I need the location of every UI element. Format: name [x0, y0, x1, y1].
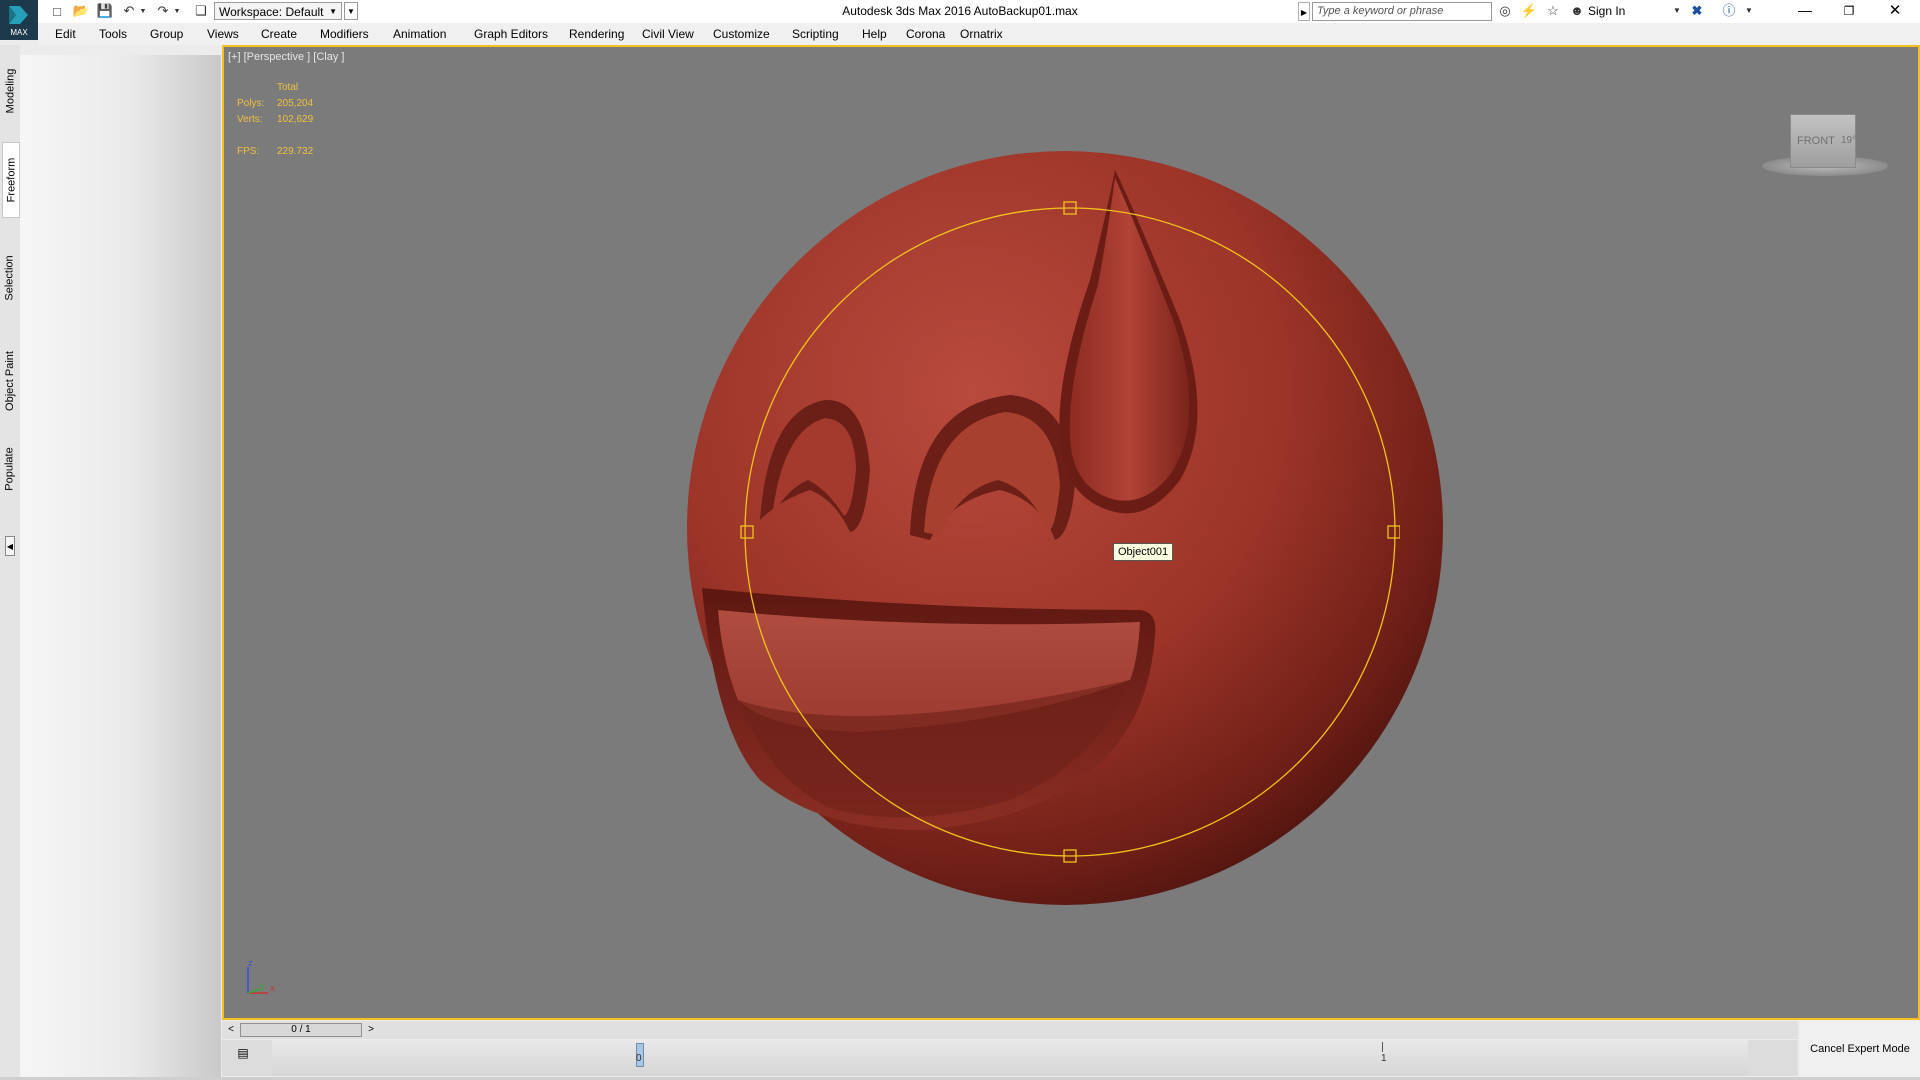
curve-editor-icon[interactable]: ▤ [234, 1046, 252, 1064]
next-frame-button[interactable]: > [364, 1023, 378, 1037]
fps-value: 229.732 [277, 146, 314, 157]
chevron-down-icon: ▼ [329, 7, 337, 16]
redo-icon[interactable]: ↷ [154, 3, 172, 19]
tab-modeling-label: Modeling [4, 68, 17, 114]
ribbon-expand-icon[interactable]: ◀ [5, 536, 15, 556]
viewcube-side-label[interactable]: 19° [1841, 135, 1856, 146]
close-icon[interactable]: ✕ [1880, 0, 1910, 23]
polys-value: 205,204 [277, 98, 314, 109]
viewport-label-menu[interactable]: [+] [Perspective ] [Clay ] [228, 51, 344, 63]
track-end-frame: 1 [1381, 1053, 1387, 1064]
minimize-icon[interactable]: — [1790, 0, 1820, 23]
restore-icon[interactable]: ❐ [1834, 0, 1864, 23]
menu-rendering[interactable]: Rendering [569, 27, 624, 41]
time-slider[interactable]: 0 / 1 [240, 1023, 362, 1037]
axis-z-label: z [248, 958, 253, 968]
help-dropdown-icon[interactable]: ▼ [1740, 3, 1758, 19]
menu-help[interactable]: Help [862, 27, 887, 41]
workspace-label: Workspace: Default [219, 5, 324, 19]
application-menu-button[interactable]: MAX [0, 0, 38, 40]
logo-label: MAX [10, 28, 28, 37]
gizmo-handle-left[interactable] [740, 525, 754, 539]
menu-graph-editors[interactable]: Graph Editors [474, 27, 548, 41]
favorites-star-icon[interactable]: ☆ [1544, 3, 1562, 19]
workspace-dropdown[interactable]: Workspace: Default ▼ [214, 2, 342, 20]
previous-frame-button[interactable]: < [224, 1023, 238, 1037]
verts-label: Verts: [237, 114, 263, 125]
binoculars-icon[interactable]: ◎ [1496, 3, 1514, 19]
undo-icon[interactable]: ↶ [120, 3, 138, 19]
menu-edit[interactable]: Edit [55, 27, 76, 41]
track-end-tick [1382, 1042, 1383, 1052]
menu-group[interactable]: Group [150, 27, 183, 41]
menu-customize[interactable]: Customize [713, 27, 770, 41]
window-title: Autodesk 3ds Max 2016 AutoBackup01.max [842, 4, 1078, 18]
gizmo-circle [744, 207, 1396, 857]
tab-populate-label: Populate [4, 447, 16, 491]
fps-label: FPS: [237, 146, 260, 157]
axis-y-label: y [260, 981, 265, 991]
save-file-icon[interactable]: 💾 [96, 3, 114, 19]
customize-quick-access-icon[interactable]: ▼ [344, 2, 358, 20]
viewcube-face-label[interactable]: FRONT [1797, 135, 1835, 147]
menu-ornatrix[interactable]: Ornatrix [960, 27, 1003, 41]
verts-value: 102,629 [277, 114, 314, 125]
communication-center-icon[interactable]: ⚡ [1520, 3, 1538, 19]
stats-header: Total [277, 82, 299, 93]
selection-bounds-gizmo[interactable] [720, 190, 1400, 870]
cancel-expert-mode-button[interactable]: Cancel Expert Mode [1800, 1021, 1920, 1077]
menu-tools[interactable]: Tools [99, 27, 127, 41]
menu-animation[interactable]: Animation [393, 27, 446, 41]
viewcube[interactable]: FRONT 19° [1790, 114, 1856, 168]
track-bar[interactable] [272, 1040, 1748, 1076]
tab-modeling[interactable]: Modeling [2, 58, 18, 124]
max-logo-icon [9, 6, 28, 24]
tab-populate[interactable]: Populate [2, 436, 18, 502]
tab-object-paint[interactable]: Object Paint [2, 338, 18, 424]
open-file-icon[interactable]: 📂 [72, 3, 90, 19]
tab-freeform-label: Freeform [5, 157, 17, 203]
gizmo-handle-right[interactable] [1387, 525, 1400, 539]
search-input[interactable]: Type a keyword or phrase [1312, 2, 1492, 21]
undo-dropdown-icon[interactable]: ▼ [138, 3, 148, 19]
ribbon-panel [20, 55, 221, 1077]
sign-in-dropdown-icon[interactable]: ▼ [1668, 3, 1686, 19]
tab-selection[interactable]: Selection [2, 244, 18, 312]
menu-civil-view[interactable]: Civil View [642, 27, 694, 41]
user-icon[interactable]: ☻ [1568, 3, 1586, 19]
menu-views[interactable]: Views [207, 27, 239, 41]
project-folder-icon[interactable]: ❏ [192, 3, 210, 19]
sign-in-button[interactable]: Sign In [1588, 3, 1625, 19]
polys-label: Polys: [237, 98, 265, 109]
tab-freeform[interactable]: Freeform [2, 142, 20, 218]
search-expand-icon[interactable]: ▶ [1298, 2, 1310, 21]
menu-scripting[interactable]: Scripting [792, 27, 839, 41]
tab-selection-label: Selection [4, 255, 17, 301]
exchange-apps-icon[interactable]: ✖ [1688, 3, 1706, 19]
track-start-frame: 0 [636, 1053, 642, 1064]
axis-x-label: x [270, 983, 275, 993]
tab-object-paint-label: Object Paint [4, 351, 17, 411]
menu-modifiers[interactable]: Modifiers [320, 27, 369, 41]
object-name-tooltip: Object001 [1113, 543, 1174, 561]
axis-tripod-icon [247, 967, 268, 994]
menu-corona[interactable]: Corona [906, 27, 945, 41]
menu-create[interactable]: Create [261, 27, 297, 41]
help-icon[interactable]: ⓘ [1720, 3, 1738, 19]
new-file-icon[interactable]: □ [48, 3, 66, 19]
redo-dropdown-icon[interactable]: ▼ [172, 3, 182, 19]
time-slider-bar [222, 1021, 1798, 1039]
